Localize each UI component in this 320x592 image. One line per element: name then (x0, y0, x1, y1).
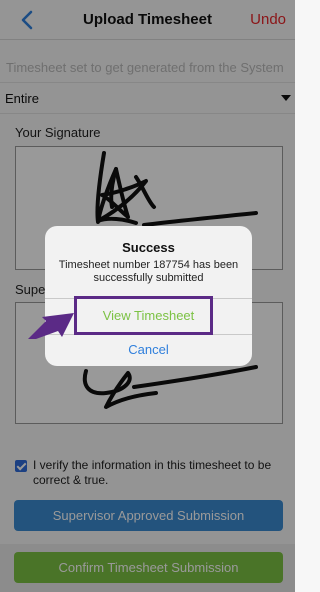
cancel-button[interactable]: Cancel (45, 334, 252, 366)
alert-title: Success (122, 240, 175, 255)
arrow-pointer-icon (28, 313, 74, 339)
highlight-box (74, 296, 213, 335)
alert-message: Timesheet number 187754 has been success… (58, 259, 239, 284)
